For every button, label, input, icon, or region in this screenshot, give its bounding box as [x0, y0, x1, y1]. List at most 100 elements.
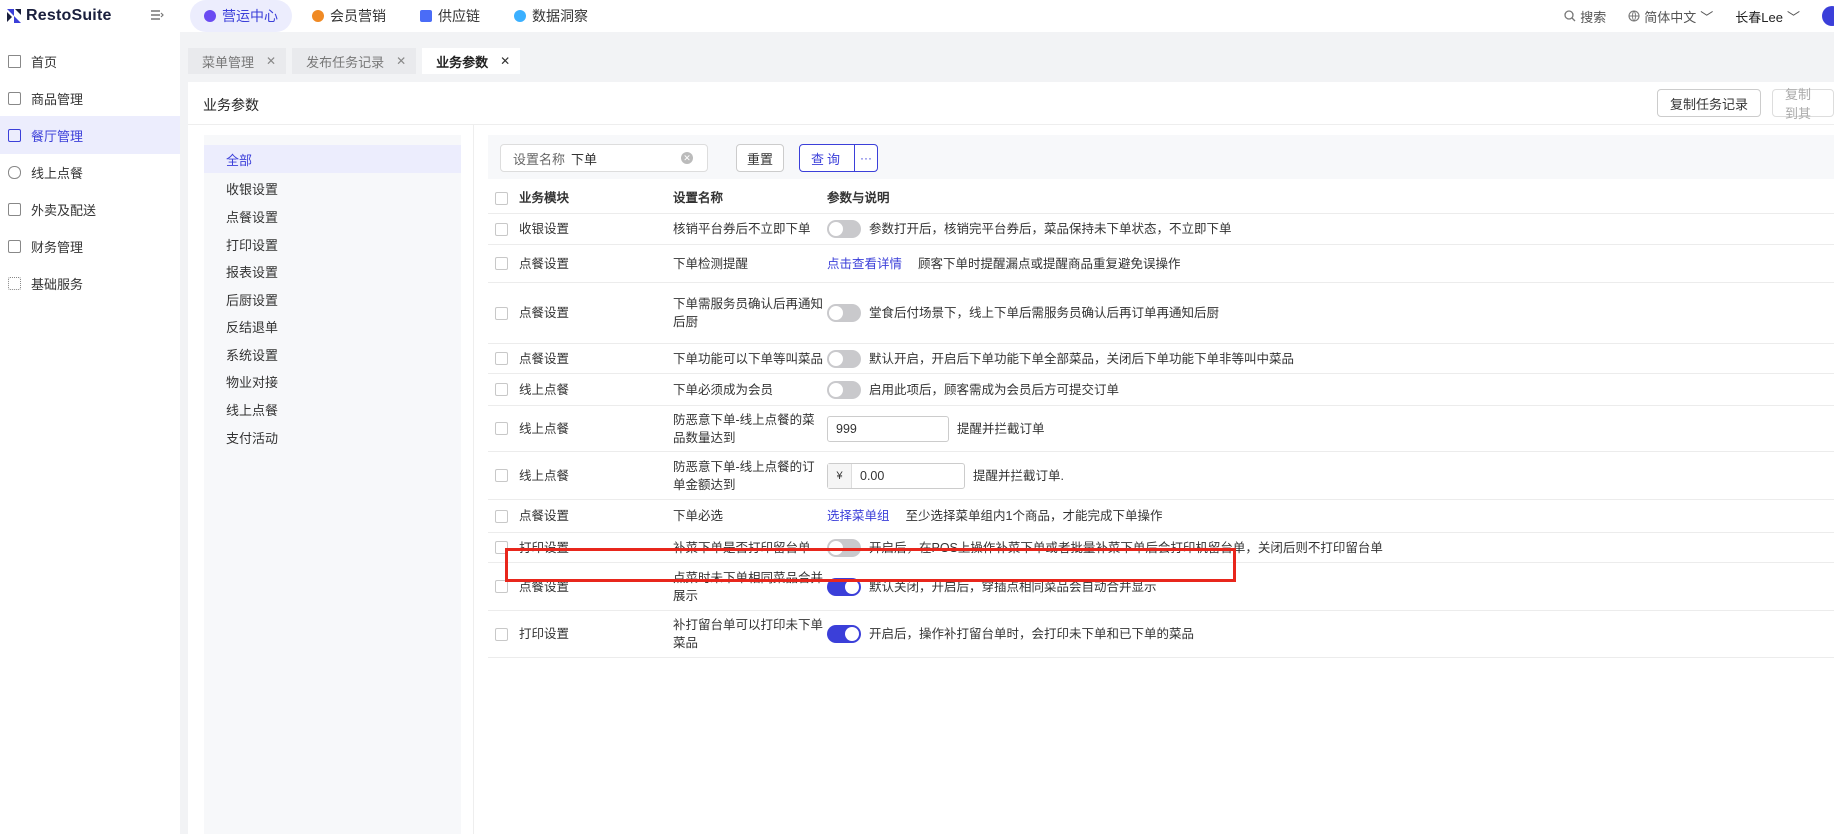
table-row: 点餐设置 下单检测提醒 点击查看详情 顾客下单时提醒漏点或提醒商品重复避免误操作 — [488, 245, 1834, 283]
topnav-member-marketing[interactable]: 会员营销 — [298, 0, 400, 32]
row-module: 打印设置 — [519, 540, 570, 555]
top-right-tools: 搜索 简体中文 ﹀ 长春Lee ﹀ — [1564, 0, 1834, 32]
amount-value[interactable]: 0.00 — [852, 464, 884, 488]
row-checkbox-cell — [495, 374, 509, 405]
more-options-button[interactable]: ··· — [854, 144, 878, 172]
param-desc: 至少选择菜单组内1个商品，才能完成下单操作 — [905, 509, 1163, 523]
sidebar-item-label: 基础服务 — [31, 276, 84, 292]
hand-icon — [8, 165, 21, 179]
category-item[interactable]: 物业对接 — [204, 367, 461, 395]
amount-input[interactable]: ¥0.00 — [827, 462, 965, 489]
sidebar-item-products[interactable]: 商品管理 — [0, 79, 180, 117]
sidebar-item-home[interactable]: 首页 — [0, 42, 180, 80]
param-desc: 提醒并拦截订单. — [973, 468, 1064, 483]
row-checkbox[interactable] — [495, 383, 508, 396]
table-row: 点餐设置 下单功能可以下单等叫菜品 默认开启，开启后下单功能下单全部菜品，关闭后下单… — [488, 344, 1834, 374]
sidebar-item-online-order[interactable]: 线上点餐 — [0, 153, 180, 191]
row-checkbox[interactable] — [495, 352, 508, 365]
row-checkbox[interactable] — [495, 422, 508, 435]
row-setting-name: 下单需服务员确认后再通知后厨 — [673, 297, 824, 329]
select-all-checkbox[interactable] — [495, 191, 508, 205]
category-item[interactable]: 线上点餐 — [204, 395, 461, 423]
row-param: 启用此项后，顾客需成为会员后方可提交订单 — [827, 374, 1827, 405]
row-checkbox[interactable] — [495, 509, 508, 523]
param-desc: 启用此项后，顾客需成为会员后方可提交订单 — [869, 382, 1120, 397]
table-row: 点餐设置 下单必选 选择菜单组 至少选择菜单组内1个商品，才能完成下单操作 — [488, 500, 1834, 533]
sidebar-item-label: 线上点餐 — [31, 165, 84, 181]
param-link[interactable]: 点击查看详情 — [827, 255, 902, 273]
category-item[interactable]: 收银设置 — [204, 174, 461, 202]
tab-menu-management[interactable]: 菜单管理 ✕ — [188, 48, 287, 74]
sidebar-item-label: 餐厅管理 — [31, 128, 84, 144]
row-checkbox[interactable] — [495, 580, 508, 593]
category-item[interactable]: 打印设置 — [204, 230, 461, 258]
topnav-operations[interactable]: 营运中心 — [190, 0, 292, 32]
box-icon — [8, 91, 21, 105]
sidebar-item-finance[interactable]: 财务管理 — [0, 227, 180, 265]
row-param: 默认关闭，开启后，穿插点相同菜品会自动合并显示 — [827, 563, 1827, 610]
reset-button[interactable]: 重置 — [736, 144, 785, 172]
row-module: 点餐设置 — [519, 306, 570, 320]
language-selector[interactable]: 简体中文 ﹀ — [1628, 7, 1713, 26]
tab-publish-records[interactable]: 发布任务记录 ✕ — [292, 48, 417, 74]
close-icon[interactable]: ✕ — [266, 54, 276, 68]
table-row: 线上点餐 防恶意下单-线上点餐的菜品数量达到 999 提醒并拦截订单 — [488, 406, 1834, 452]
setting-toggle[interactable] — [827, 577, 861, 596]
main-header: 业务参数 复制任务记录 复制到其 — [188, 82, 1834, 125]
close-icon[interactable]: ✕ — [500, 54, 510, 68]
table-row: 打印设置 补打留台单可以打印未下单菜品 开启后，操作补打留台单时，会打印未下单和已下… — [488, 611, 1834, 658]
row-checkbox[interactable] — [495, 306, 508, 320]
row-module: 点餐设置 — [519, 509, 570, 523]
row-checkbox[interactable] — [495, 222, 508, 236]
search-icon — [1564, 10, 1576, 22]
toggle-knob — [829, 351, 843, 366]
logo[interactable]: RestoSuite — [6, 6, 112, 26]
avatar[interactable] — [1822, 6, 1834, 26]
user-name: 长春Lee — [1735, 9, 1783, 25]
row-setting-name: 下单必须成为会员 — [673, 382, 774, 397]
row-checkbox[interactable] — [495, 257, 508, 270]
category-item[interactable]: 点餐设置 — [204, 202, 461, 230]
sidebar-item-delivery[interactable]: 外卖及配送 — [0, 190, 180, 228]
setting-toggle[interactable] — [827, 625, 861, 643]
language-label: 简体中文 — [1644, 9, 1697, 25]
tab-business-params[interactable]: 业务参数 ✕ — [422, 48, 521, 74]
row-checkbox[interactable] — [495, 627, 508, 641]
topnav-supply-chain[interactable]: 供应链 — [406, 0, 494, 32]
close-icon[interactable]: ✕ — [396, 54, 406, 68]
quantity-input[interactable]: 999 — [827, 415, 949, 442]
table-row: 点餐设置 点菜时未下单相同菜品合并展示 默认关闭，开启后，穿插点相同菜品会自动合并显… — [488, 563, 1834, 611]
copy-to-button[interactable]: 复制到其 — [1772, 87, 1834, 121]
setting-toggle[interactable] — [827, 304, 861, 322]
category-item[interactable]: 报表设置 — [204, 257, 461, 285]
row-checkbox[interactable] — [495, 469, 508, 482]
setting-toggle[interactable] — [827, 380, 861, 399]
menu-collapse-icon[interactable] — [150, 8, 166, 24]
category-item[interactable]: 后厨设置 — [204, 285, 461, 313]
row-checkbox-cell — [495, 533, 509, 562]
category-item[interactable]: 系统设置 — [204, 340, 461, 368]
category-item[interactable]: 全部 — [204, 145, 461, 173]
search-button[interactable]: 搜索 — [1564, 7, 1606, 26]
sidebar-item-restaurant[interactable]: 餐厅管理 — [0, 116, 180, 154]
category-item[interactable]: 反结退单 — [204, 312, 461, 340]
copy-task-records-button[interactable]: 复制任务记录 — [1657, 89, 1762, 117]
setting-name-filter[interactable]: 设置名称 下单 ✕ — [500, 144, 708, 172]
tab-label: 业务参数 — [436, 54, 489, 70]
sidebar-item-label: 财务管理 — [31, 239, 84, 255]
sidebar-item-basic-services[interactable]: 基础服务 — [0, 264, 180, 302]
user-menu[interactable]: 长春Lee ﹀ — [1735, 7, 1800, 26]
tab-label: 菜单管理 — [202, 54, 255, 70]
setting-name-input[interactable]: 下单 — [571, 149, 681, 168]
sidebar: 首页 商品管理 餐厅管理 线上点餐 外卖及配送 财务管理 基础服务 — [0, 32, 180, 834]
clear-icon[interactable]: ✕ — [681, 152, 693, 164]
row-checkbox[interactable] — [495, 541, 508, 554]
setting-toggle[interactable] — [827, 220, 861, 238]
row-param: 点击查看详情 顾客下单时提醒漏点或提醒商品重复避免误操作 — [827, 245, 1827, 282]
setting-toggle[interactable] — [827, 349, 861, 368]
topnav-data-insight[interactable]: 数据洞察 — [500, 0, 602, 32]
setting-toggle[interactable] — [827, 538, 861, 557]
param-link[interactable]: 选择菜单组 — [827, 507, 890, 525]
category-item[interactable]: 支付活动 — [204, 423, 461, 451]
query-button[interactable]: 查询 — [799, 144, 855, 172]
